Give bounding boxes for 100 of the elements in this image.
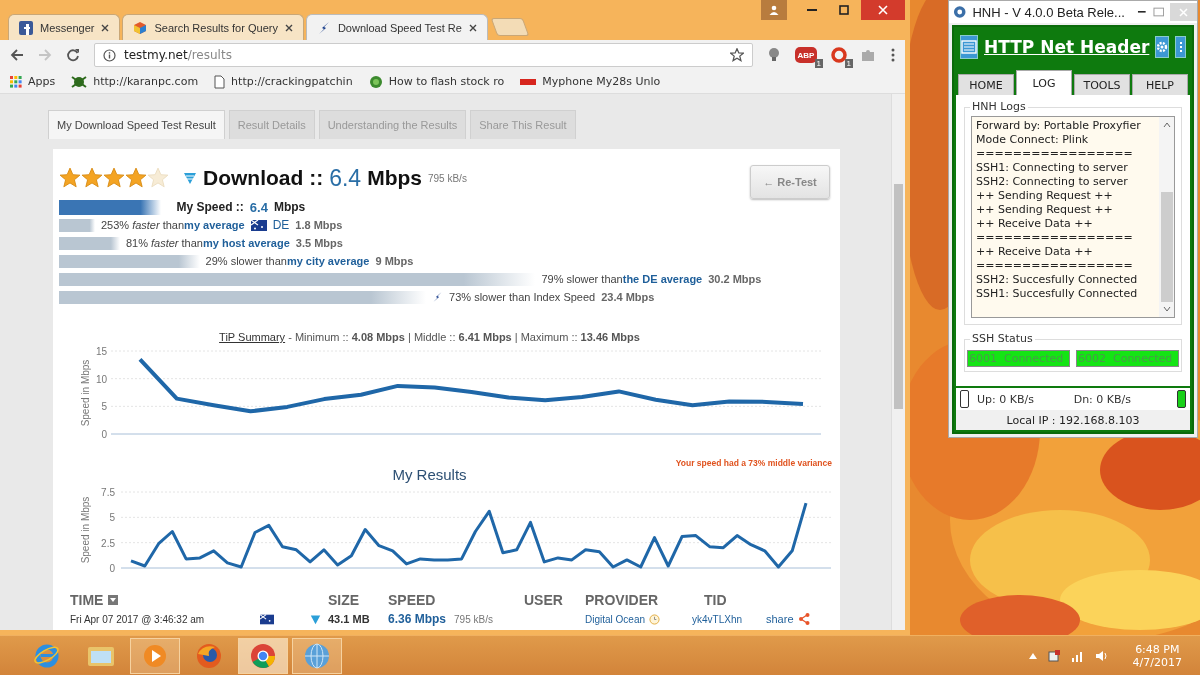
log-line: ++ Sending Request ++ [976,203,1114,217]
dropdown-icon[interactable] [108,595,119,605]
comparison-value: 30.2 Mbps [708,273,762,285]
scrollbar[interactable] [1159,117,1174,317]
my-speed-value: 6.4 [249,199,268,215]
tick-label: 15 [95,346,107,357]
address-field[interactable]: testmy.net/results [94,43,753,67]
app-tab[interactable]: HELP [1132,74,1188,95]
bulb-icon[interactable] [767,47,781,63]
settings-button[interactable] [1155,36,1170,58]
bookmark[interactable]: How to flash stock ro [368,74,505,89]
app-title-link[interactable]: HTTP Net Header [984,37,1150,57]
log-line: Mode Connect: Plink [976,133,1090,147]
log-line: SSH1: Connecting to server [976,161,1129,175]
bookmark[interactable]: Myphone My28s Unlo [520,75,661,88]
info-icon [103,48,116,62]
bug-icon [71,74,88,89]
flag-icon [260,613,274,625]
browser-tab[interactable]: Search Results for Query [122,14,304,40]
scroll-up-icon[interactable] [1162,122,1171,128]
more-button[interactable] [1175,36,1186,58]
settings-icon [1156,41,1169,53]
close-icon[interactable] [468,23,477,32]
app-tab[interactable]: LOG [1016,70,1072,95]
provider-link[interactable]: Digital Ocean [585,613,646,625]
comparison-link[interactable]: my city average [286,255,370,267]
page-tab[interactable]: My Download Speed Test Result [48,110,225,139]
browser-tab[interactable]: Download Speed Test Re [305,14,488,40]
play-icon [142,642,168,669]
maximize-icon[interactable] [1152,7,1165,17]
bookmark[interactable]: http://karanpc.com [71,74,199,89]
extension-badge: 1 [814,59,823,68]
puzzle-icon[interactable] [861,48,877,62]
column-header[interactable]: PROVIDER [585,592,692,608]
close-icon [878,5,888,15]
tip-summary: TiP Summary - Minimum :: 4.08 Mbps | Middle :: 6.41 Mbps | Maximum :: 13.46 Mbps [218,331,641,343]
device-icon[interactable] [1046,648,1061,663]
star-icon [81,167,103,189]
log-line: SSH2: Connecting to server [976,175,1129,189]
volume-icon[interactable] [1094,649,1109,662]
minimize-icon [807,9,817,11]
column-header[interactable]: TID [692,592,766,608]
ring-icon[interactable] [831,47,847,63]
back-icon[interactable] [10,48,24,62]
taskbar-button[interactable] [292,637,342,674]
country-link[interactable]: DE [272,218,290,232]
log-line: ++ Receive Data ++ [976,245,1094,259]
tip-summary-link[interactable]: TiP Summary [219,331,286,343]
log-line: ================= [976,147,1134,161]
comparison-value: 23.4 Mbps [601,291,655,303]
menu-button[interactable] [960,35,978,59]
caret-up-icon[interactable] [1028,652,1037,659]
column-header[interactable]: USER [524,592,585,608]
group-title: SSH Status [970,332,1035,345]
star-icon[interactable] [730,48,744,62]
reload-icon[interactable] [66,48,80,62]
app-tab[interactable]: HOME [958,74,1014,95]
axis-title: Speed in Mbps [80,359,91,427]
star-icon [59,167,81,189]
upload-rate: Up: 0 KB/s [977,392,1034,406]
bookmark[interactable]: http://crackingpatchin [214,74,353,89]
url-path: /results [187,48,232,62]
menu-icon[interactable] [891,48,895,62]
comparison-link[interactable]: my host average [202,237,290,249]
close-icon[interactable] [284,23,293,32]
download-rate: Dn: 0 KB/s [1073,392,1131,406]
scrollbar[interactable] [891,94,905,630]
speed-value: 6.4 [329,164,362,192]
comparison-text: 73% slower than Index Speed [449,291,596,303]
browser-tab[interactable]: Messenger [8,14,121,40]
column-header[interactable]: SIZE [328,592,388,608]
status-field: 6001 Connected [967,350,1070,367]
close-icon [1179,7,1189,17]
taskbar-button[interactable] [238,637,288,674]
scroll-down-icon[interactable] [1162,306,1171,312]
size-cell-text: 43.1 MB [328,613,371,625]
close-icon[interactable] [101,23,110,32]
signal-icon[interactable] [1070,649,1085,662]
tick-label: 2.5 [101,537,115,549]
user-button[interactable] [761,0,787,20]
tick-label: 5 [101,401,107,413]
kebab-icon [1178,41,1183,53]
comparison-value: 9 Mbps [375,255,414,267]
bookmark[interactable]: Apps [10,75,56,88]
comparison-link[interactable]: my average [184,219,245,231]
tid-link[interactable]: yk4vTLXhn [692,613,766,625]
tick-label: 0 [101,429,107,440]
share-icon[interactable] [797,613,810,625]
close-button[interactable] [861,0,905,20]
group-title: HNH Logs [970,100,1028,113]
f-square-icon [19,20,33,35]
column-header[interactable]: TIME [70,592,328,608]
taskbar-button[interactable] [130,637,180,674]
chart-title: My Results [391,466,468,483]
share-link[interactable]: share [766,613,794,625]
star-icon [125,167,147,189]
tick-label: 10 [95,373,107,385]
column-header[interactable]: SPEED [388,592,524,608]
comparison-link[interactable]: the DE average [622,273,703,285]
app-tab[interactable]: TOOLS [1074,74,1130,95]
